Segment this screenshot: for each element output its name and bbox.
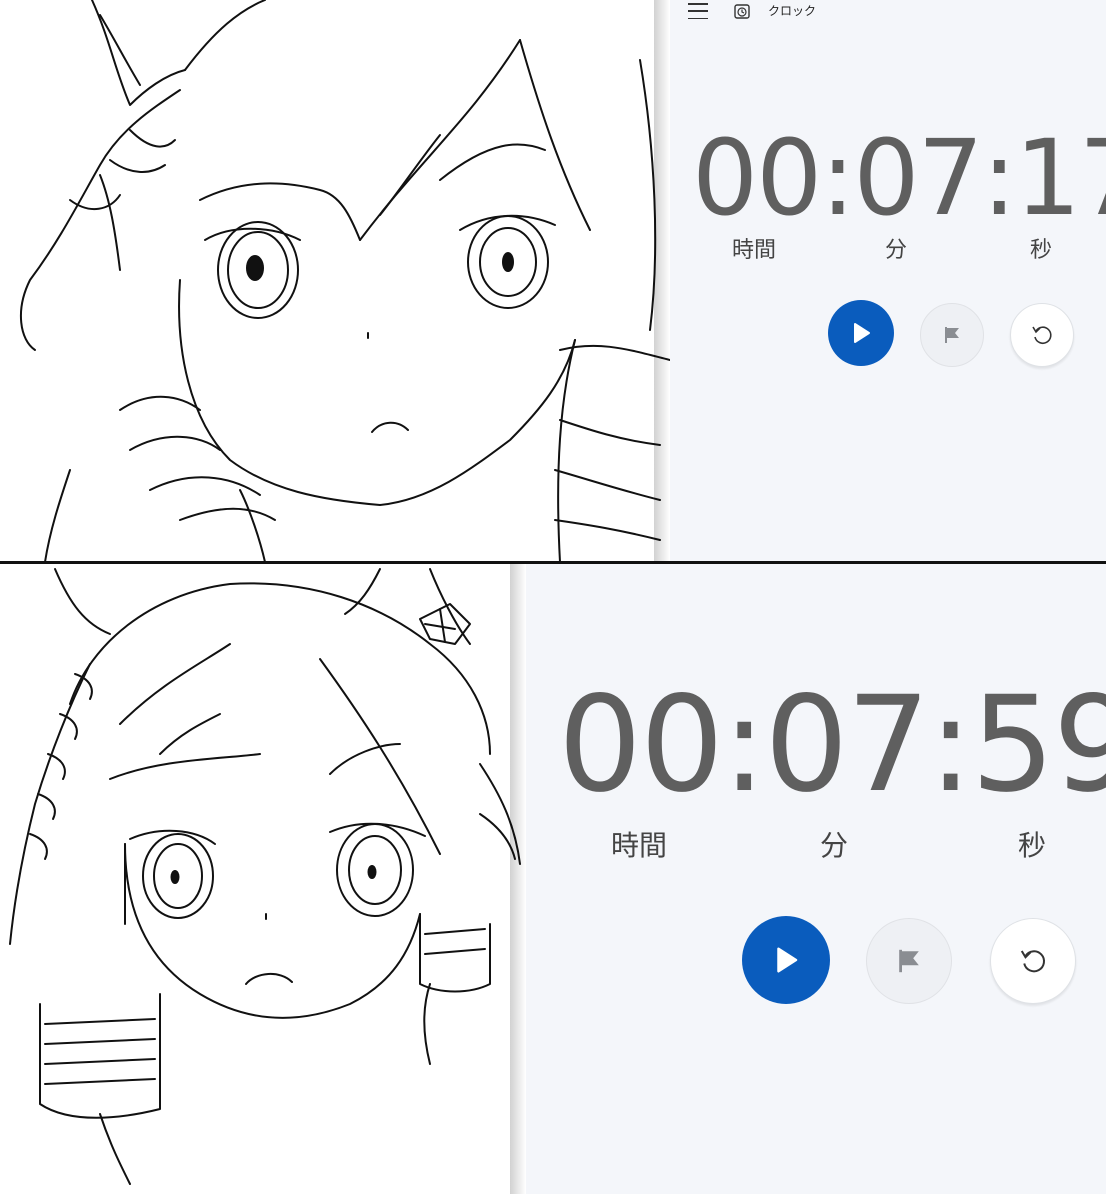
reset-icon xyxy=(1032,326,1052,344)
flag-icon xyxy=(945,327,959,343)
sketch-drawing-top xyxy=(19,0,670,562)
screenshot-bottom: 00:07:59 時間 分 秒 xyxy=(0,564,1106,1194)
seconds-label: 秒 xyxy=(1030,238,1053,263)
play-icon xyxy=(777,947,798,973)
seconds-label: 秒 xyxy=(1018,829,1047,862)
reset-icon xyxy=(1020,950,1045,973)
start-button[interactable] xyxy=(828,300,894,366)
menu-icon[interactable] xyxy=(688,3,708,19)
window-shadow xyxy=(654,0,670,562)
stopwatch-time: 00:07:59 xyxy=(558,668,1106,822)
window-shadow xyxy=(510,564,526,1194)
hours-label: 時間 xyxy=(732,238,777,263)
reset-button[interactable] xyxy=(990,918,1076,1004)
flag-icon xyxy=(899,949,919,973)
start-button[interactable] xyxy=(742,916,830,1004)
minutes-label: 分 xyxy=(885,238,908,263)
minutes-label: 分 xyxy=(820,829,849,862)
sketch-drawing-bottom xyxy=(9,568,521,1185)
clock-app-icon xyxy=(734,4,750,19)
drawing-canvas-top[interactable] xyxy=(0,0,670,562)
drawing-canvas-bottom[interactable] xyxy=(0,564,526,1194)
stopwatch-time: 00:07:17 xyxy=(692,117,1106,239)
title-bar: クロック xyxy=(670,0,1106,24)
hours-label: 時間 xyxy=(611,829,668,862)
lap-button[interactable] xyxy=(866,918,952,1004)
clock-app-window-top: クロック 00:07:17 時間 分 秒 xyxy=(670,0,1106,562)
play-icon xyxy=(854,323,870,343)
clock-app-window-bottom: 00:07:59 時間 分 秒 xyxy=(526,564,1106,1194)
app-title: クロック xyxy=(768,4,817,18)
reset-button[interactable] xyxy=(1010,303,1074,367)
screenshot-top: クロック 00:07:17 時間 分 秒 xyxy=(0,0,1106,562)
lap-button[interactable] xyxy=(920,303,984,367)
